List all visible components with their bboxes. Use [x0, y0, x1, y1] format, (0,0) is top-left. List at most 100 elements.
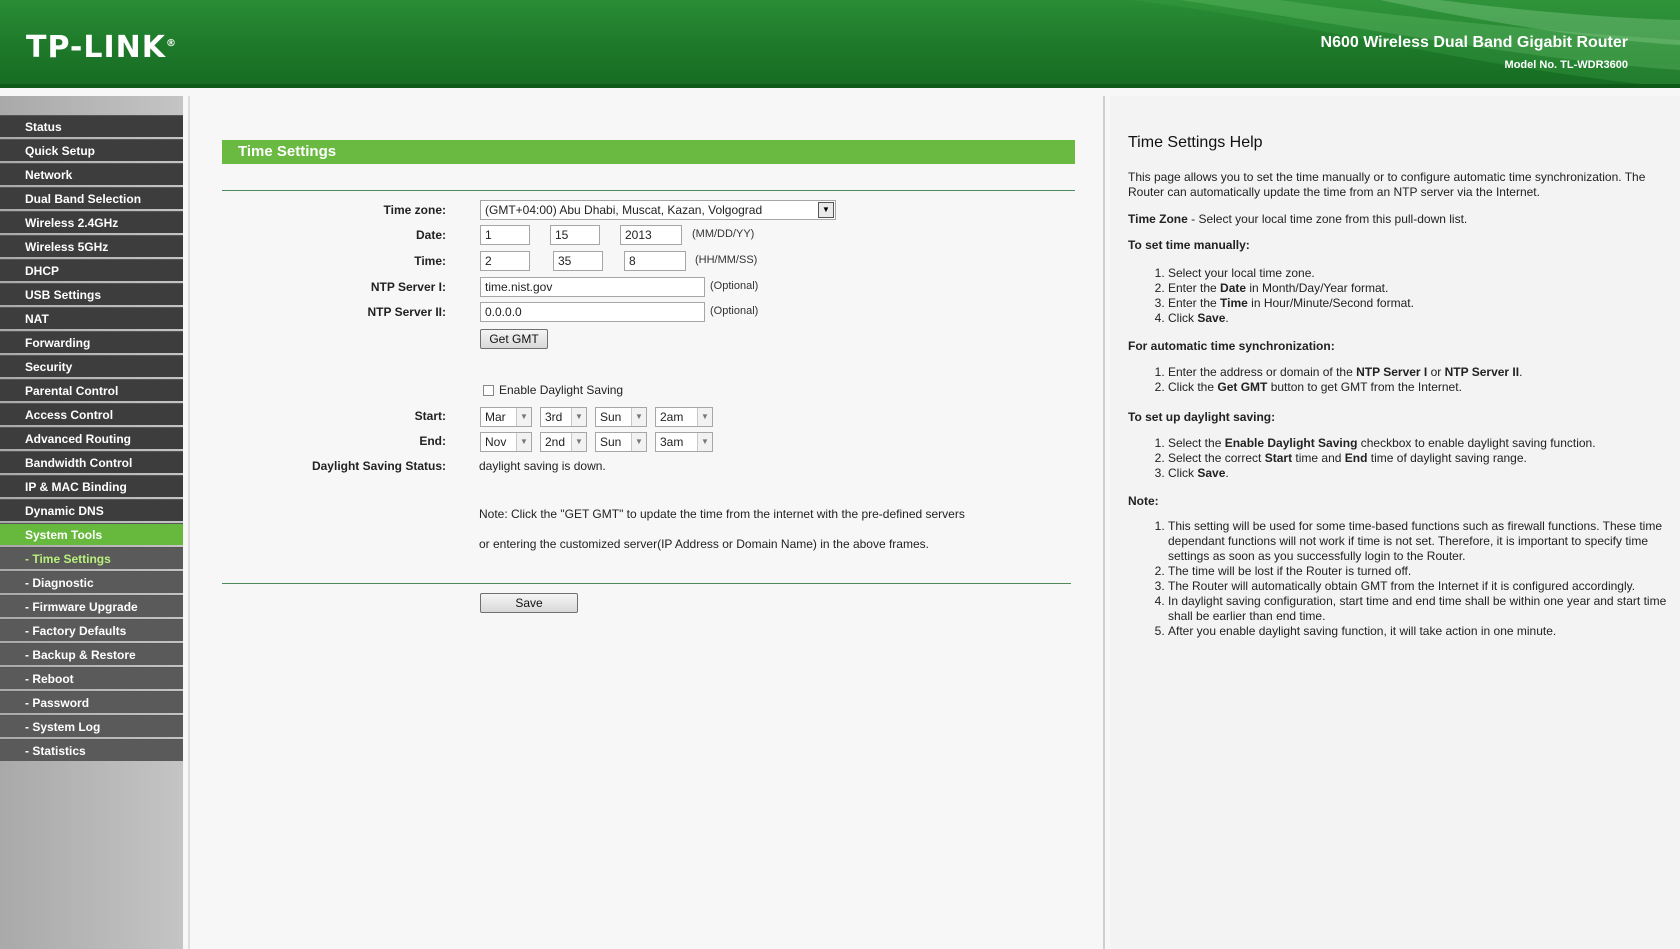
sidebar-subitem-statistics[interactable]: - Statistics: [0, 739, 183, 761]
time-second-input[interactable]: [624, 251, 686, 271]
sidebar-item-dhcp[interactable]: DHCP: [0, 259, 183, 281]
sidebar-subitem-backup-restore[interactable]: - Backup & Restore: [0, 643, 183, 665]
dropdown-arrow-icon: ▼: [571, 433, 586, 451]
timezone-value: (GMT+04:00) Abu Dhabi, Muscat, Kazan, Vo…: [485, 203, 763, 217]
date-label: Date:: [415, 228, 446, 242]
sidebar: Status Quick Setup Network Dual Band Sel…: [0, 96, 183, 949]
dst-start-week-value: 3rd: [545, 410, 563, 424]
sidebar-subitem-system-log[interactable]: - System Log: [0, 715, 183, 737]
ntp1-label: NTP Server I:: [370, 280, 446, 294]
tp-link-logo: TP-LINK®: [26, 30, 178, 65]
sidebar-item-security[interactable]: Security: [0, 355, 183, 377]
sidebar-item-bandwidth-control[interactable]: Bandwidth Control: [0, 451, 183, 473]
help-note-item: The Router will automatically obtain GMT…: [1168, 579, 1680, 594]
sidebar-item-usb-settings[interactable]: USB Settings: [0, 283, 183, 305]
dst-end-month-select[interactable]: Nov ▼: [480, 432, 532, 452]
sidebar-item-wireless-24ghz[interactable]: Wireless 2.4GHz: [0, 211, 183, 233]
help-notes: This setting will be used for some time-…: [1128, 519, 1680, 639]
enable-daylight-saving-checkbox[interactable]: [483, 385, 494, 396]
help-timezone-bold: Time Zone: [1128, 212, 1188, 226]
help-auto-steps: Enter the address or domain of the NTP S…: [1128, 365, 1668, 395]
sidebar-item-system-tools[interactable]: System Tools: [0, 523, 183, 545]
dst-start-month-select[interactable]: Mar ▼: [480, 407, 532, 427]
ntp2-input[interactable]: [480, 302, 705, 322]
dst-end-hour-value: 3am: [660, 435, 684, 449]
sidebar-subitem-reboot[interactable]: - Reboot: [0, 667, 183, 689]
sidebar-item-access-control[interactable]: Access Control: [0, 403, 183, 425]
help-note-item: After you enable daylight saving functio…: [1168, 624, 1680, 639]
help-note-item: In daylight saving configuration, start …: [1168, 594, 1680, 624]
save-button[interactable]: Save: [480, 593, 578, 613]
page-title: Time Settings: [222, 140, 1075, 164]
help-manual-step: Enter the Time in Hour/Minute/Second for…: [1168, 296, 1668, 311]
header-banner: TP-LINK® N600 Wireless Dual Band Gigabit…: [0, 0, 1680, 88]
help-timezone-text: - Select your local time zone from this …: [1187, 212, 1468, 226]
help-manual-step: Enter the Date in Month/Day/Year format.: [1168, 281, 1668, 296]
dst-end-label: End:: [419, 434, 446, 448]
dst-start-day-select[interactable]: Sun ▼: [595, 407, 647, 427]
dst-status-label: Daylight Saving Status:: [311, 459, 446, 473]
get-gmt-button[interactable]: Get GMT: [480, 329, 548, 349]
bottom-divider: [222, 583, 1071, 584]
help-timezone: Time Zone - Select your local time zone …: [1128, 212, 1668, 227]
help-auto-step: Click the Get GMT button to get GMT from…: [1168, 380, 1668, 395]
help-dst-step: Click Save.: [1168, 466, 1668, 481]
sidebar-item-quick-setup[interactable]: Quick Setup: [0, 139, 183, 161]
date-month-input[interactable]: [480, 225, 530, 245]
time-minute-input[interactable]: [553, 251, 603, 271]
help-note-item: This setting will be used for some time-…: [1168, 519, 1680, 564]
dst-start-hour-select[interactable]: 2am ▼: [655, 407, 713, 427]
date-year-input[interactable]: [620, 225, 682, 245]
help-note-header: Note:: [1128, 494, 1159, 508]
dropdown-arrow-icon: ▼: [571, 408, 586, 426]
sidebar-subitem-factory-defaults[interactable]: - Factory Defaults: [0, 619, 183, 641]
dst-start-label: Start:: [414, 409, 446, 423]
dst-end-hour-select[interactable]: 3am ▼: [655, 432, 713, 452]
ntp1-input[interactable]: [480, 277, 705, 297]
help-manual-steps: Select your local time zone. Enter the D…: [1128, 266, 1668, 326]
sidebar-item-network[interactable]: Network: [0, 163, 183, 185]
dropdown-arrow-icon: ▼: [631, 408, 646, 426]
sidebar-subitem-diagnostic[interactable]: - Diagnostic: [0, 571, 183, 593]
help-manual-header: To set time manually:: [1128, 238, 1250, 252]
sidebar-item-dynamic-dns[interactable]: Dynamic DNS: [0, 499, 183, 521]
sidebar-menu: Status Quick Setup Network Dual Band Sel…: [0, 115, 183, 763]
ntp1-optional-hint: (Optional): [710, 280, 759, 292]
sidebar-subitem-firmware-upgrade[interactable]: - Firmware Upgrade: [0, 595, 183, 617]
sidebar-item-status[interactable]: Status: [0, 115, 183, 137]
sidebar-item-wireless-5ghz[interactable]: Wireless 5GHz: [0, 235, 183, 257]
dropdown-arrow-icon: ▼: [697, 408, 712, 426]
sidebar-item-forwarding[interactable]: Forwarding: [0, 331, 183, 353]
help-dst-steps: Select the Enable Daylight Saving checkb…: [1128, 436, 1668, 481]
help-panel: Time Settings Help This page allows you …: [1110, 96, 1680, 949]
time-format-hint: (HH/MM/SS): [695, 254, 758, 266]
help-auto-header: For automatic time synchronization:: [1128, 339, 1335, 353]
time-hour-input[interactable]: [480, 251, 530, 271]
help-note-item: The time will be lost if the Router is t…: [1168, 564, 1680, 579]
ntp2-label: NTP Server II:: [367, 305, 446, 319]
timezone-select[interactable]: (GMT+04:00) Abu Dhabi, Muscat, Kazan, Vo…: [480, 200, 836, 220]
sidebar-item-nat[interactable]: NAT: [0, 307, 183, 329]
dst-end-week-value: 2nd: [545, 435, 566, 449]
dropdown-arrow-icon: ▼: [631, 433, 646, 451]
sidebar-item-parental-control[interactable]: Parental Control: [0, 379, 183, 401]
note-line-1: Note: Click the "GET GMT" to update the …: [479, 507, 965, 521]
dst-start-hour-value: 2am: [660, 410, 684, 424]
dst-start-week-select[interactable]: 3rd ▼: [540, 407, 587, 427]
date-day-input[interactable]: [550, 225, 600, 245]
help-manual-step: Click Save.: [1168, 311, 1668, 326]
sidebar-item-advanced-routing[interactable]: Advanced Routing: [0, 427, 183, 449]
sidebar-item-dual-band-selection[interactable]: Dual Band Selection: [0, 187, 183, 209]
sidebar-item-ip-mac-binding[interactable]: IP & MAC Binding: [0, 475, 183, 497]
sidebar-subitem-password[interactable]: - Password: [0, 691, 183, 713]
sidebar-subitem-time-settings[interactable]: - Time Settings: [0, 547, 183, 569]
help-intro: This page allows you to set the time man…: [1128, 170, 1646, 199]
dst-end-week-select[interactable]: 2nd ▼: [540, 432, 587, 452]
help-dst-step: Select the correct Start time and End ti…: [1168, 451, 1668, 466]
product-name: N600 Wireless Dual Band Gigabit Router: [1320, 34, 1628, 51]
dst-end-day-select[interactable]: Sun ▼: [595, 432, 647, 452]
time-label: Time:: [414, 254, 446, 268]
help-manual-step: Select your local time zone.: [1168, 266, 1668, 281]
model-number: Model No. TL-WDR3600: [1504, 59, 1628, 71]
dst-start-month-value: Mar: [485, 410, 506, 424]
